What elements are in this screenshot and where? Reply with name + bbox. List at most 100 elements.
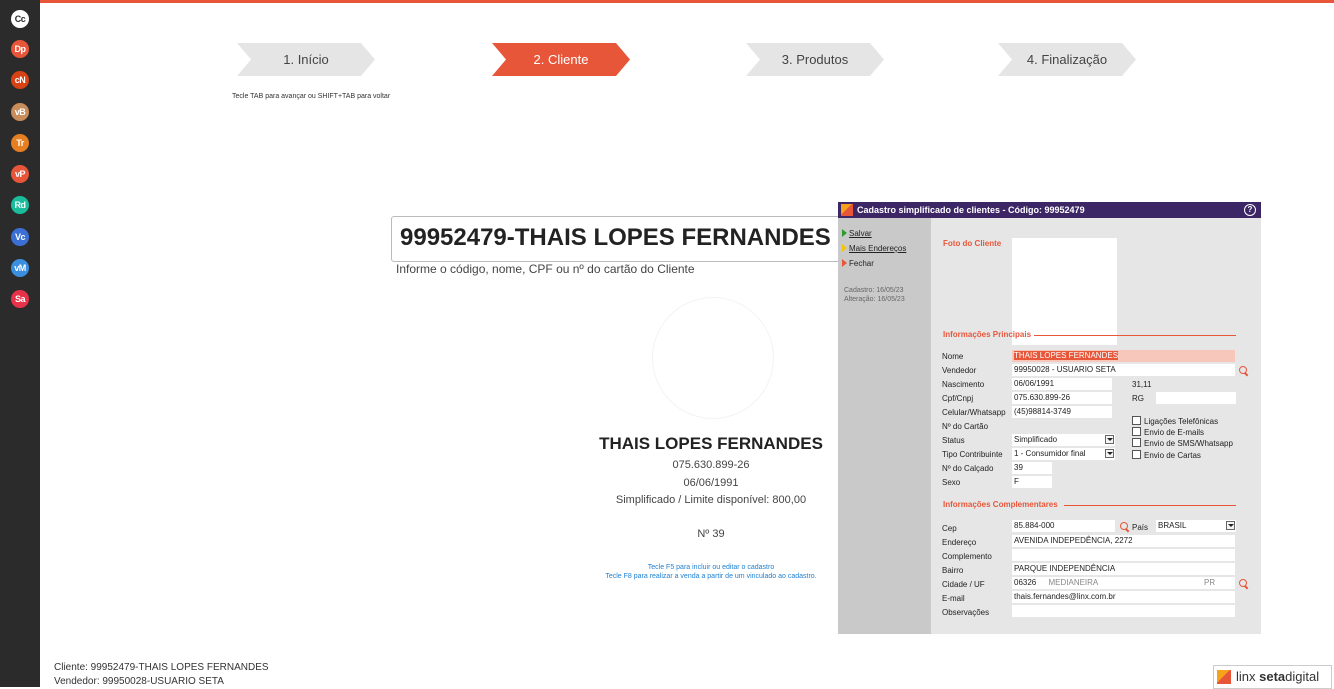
observacoes-field[interactable]: [1012, 605, 1235, 617]
label-cep: Cep: [942, 524, 957, 533]
dialog-title: Cadastro simplificado de clientes - Códi…: [857, 205, 1085, 215]
customer-search-help: Informe o código, nome, CPF ou nº do car…: [396, 262, 695, 276]
dialog-actions-panel: Salvar Mais Endereços Fechar Cadastro: 1…: [838, 218, 931, 634]
customer-avatar: [652, 297, 774, 419]
brand-text: linx setadigital: [1236, 669, 1320, 684]
customer-search-value[interactable]: 99952479-THAIS LOPES FERNANDES: [400, 224, 831, 252]
customer-status-line: Simplificado / Limite disponível: 800,00: [615, 494, 807, 506]
chevron-down-icon[interactable]: [1226, 521, 1235, 530]
endereco-field[interactable]: AVENIDA INDEPEDÊNCIA, 2272: [1012, 535, 1235, 547]
sidebar: Cc Dp cN vB Tr vP Rd Vc vM Sa: [0, 0, 40, 687]
customer-number: Nº 39: [697, 528, 725, 540]
label-cpf: Cpf/Cnpj: [942, 394, 974, 403]
app-icon-dp[interactable]: Dp: [11, 40, 29, 58]
app-icon-rd[interactable]: Rd: [11, 196, 29, 214]
chevron-down-icon[interactable]: [1105, 435, 1114, 444]
rg-field[interactable]: [1156, 392, 1236, 404]
email-field[interactable]: thais.fernandes@linx.com.br: [1012, 591, 1235, 603]
section-extra-info: Informações Complementares: [943, 500, 1058, 509]
checkbox-sms[interactable]: Envio de SMS/Whatsapp: [1132, 438, 1233, 448]
search-icon[interactable]: [1239, 579, 1247, 587]
footer-cliente: Cliente: 99952479-THAIS LOPES FERNANDES: [54, 662, 269, 673]
dialog-title-bar[interactable]: Cadastro simplificado de clientes - Códi…: [838, 202, 1261, 218]
changed-date: Alteração: 16/05/23: [844, 296, 905, 303]
play-icon: [842, 259, 847, 267]
uf-value: PR: [1204, 578, 1216, 587]
label-nascimento: Nascimento: [942, 380, 985, 389]
label-observacoes: Observações: [942, 608, 990, 617]
cidade-field[interactable]: 06326 MEDIANEIRA PR: [1012, 577, 1235, 589]
linx-logo-icon: [1217, 670, 1231, 684]
age-value: 31,11: [1132, 380, 1152, 389]
complemento-field[interactable]: [1012, 549, 1235, 561]
label-complemento: Complemento: [942, 552, 992, 561]
play-icon: [842, 229, 847, 237]
pais-select[interactable]: BRASIL: [1156, 520, 1236, 532]
created-date: Cadastro: 16/05/23: [844, 287, 904, 294]
customer-birthdate: 06/06/1991: [683, 477, 739, 489]
nascimento-field[interactable]: 06/06/1991: [1012, 378, 1112, 390]
calcado-field[interactable]: 39: [1012, 462, 1052, 474]
close-button[interactable]: Fechar: [842, 259, 874, 268]
checkbox-ligacoes[interactable]: Ligações Telefônicas: [1132, 416, 1218, 426]
step-inicio[interactable]: 1. Início: [237, 43, 375, 76]
bairro-field[interactable]: PARQUE INDEPENDÊNCIA: [1012, 563, 1235, 575]
app-icon-tr[interactable]: Tr: [11, 134, 29, 152]
app-icon-vm[interactable]: vM: [11, 259, 29, 277]
label-calcado: Nº do Calçado: [942, 464, 994, 473]
label-cidade: Cidade / UF: [942, 580, 985, 589]
save-button[interactable]: Salvar: [842, 229, 872, 238]
step-cliente[interactable]: 2. Cliente: [492, 43, 630, 76]
label-rg: RG: [1132, 394, 1144, 403]
step-produtos[interactable]: 3. Produtos: [746, 43, 884, 76]
customer-cpf: 075.630.899-26: [672, 459, 750, 471]
save-label: Salvar: [849, 229, 872, 238]
label-status: Status: [942, 436, 965, 445]
label-celular: Celular/Whatsapp: [942, 408, 1006, 417]
search-icon[interactable]: [1120, 522, 1128, 530]
chevron-down-icon[interactable]: [1105, 449, 1114, 458]
navigation-hint: Tecle TAB para avançar ou SHIFT+TAB para…: [232, 93, 391, 100]
label-cartao: Nº do Cartão: [942, 422, 989, 431]
more-addresses-button[interactable]: Mais Endereços: [842, 244, 906, 253]
help-icon[interactable]: ?: [1244, 204, 1256, 216]
section-divider: [1034, 335, 1236, 336]
cidade-name: MEDIANEIRA: [1048, 578, 1099, 587]
linx-logo-icon: [841, 204, 853, 216]
status-select[interactable]: Simplificado: [1012, 434, 1115, 446]
sexo-field[interactable]: F: [1012, 476, 1052, 488]
hint-f5: Tecle F5 para incluir ou editar o cadast…: [647, 564, 775, 571]
vendedor-field[interactable]: 99950028 - USUARIO SETA: [1012, 364, 1235, 376]
footer-vendedor: Vendedor: 99950028-USUARIO SETA: [54, 676, 224, 687]
app-icon-cn[interactable]: cN: [11, 71, 29, 89]
more-addresses-label: Mais Endereços: [849, 244, 907, 253]
checkbox-cartas[interactable]: Envio de Cartas: [1132, 450, 1201, 460]
cpf-field[interactable]: 075.630.899-26: [1012, 392, 1112, 404]
close-label: Fechar: [849, 259, 874, 268]
cep-field[interactable]: 85.884-000: [1012, 520, 1115, 532]
label-pais: País: [1132, 523, 1149, 532]
app-icon-vp[interactable]: vP: [11, 165, 29, 183]
label-nome: Nome: [942, 352, 964, 361]
cidade-code: 06326: [1014, 578, 1037, 587]
step-finalizacao[interactable]: 4. Finalização: [998, 43, 1136, 76]
app-icon-sa[interactable]: Sa: [11, 290, 29, 308]
customer-register-dialog: Cadastro simplificado de clientes - Códi…: [838, 202, 1261, 634]
section-photo: Foto do Cliente: [943, 239, 1002, 248]
label-endereco: Endereço: [942, 538, 977, 547]
label-tipo-contribuinte: Tipo Contribuinte: [942, 450, 1003, 459]
play-icon: [842, 244, 847, 252]
checkbox-emails[interactable]: Envio de E-mails: [1132, 427, 1204, 437]
label-bairro: Bairro: [942, 566, 964, 575]
customer-photo[interactable]: [1012, 238, 1117, 345]
customer-name: THAIS LOPES FERNANDES: [599, 434, 823, 453]
app-icon-vb[interactable]: vB: [11, 103, 29, 121]
nome-field[interactable]: THAIS LOPES FERNANDES: [1012, 350, 1235, 362]
search-icon[interactable]: [1239, 366, 1247, 374]
hint-f8: Tecle F8 para realizar a venda a partir …: [605, 573, 817, 580]
app-icon-vc[interactable]: Vc: [11, 228, 29, 246]
celular-field[interactable]: (45)98814-3749: [1012, 406, 1112, 418]
tipo-contribuinte-select[interactable]: 1 - Consumidor final: [1012, 448, 1115, 460]
section-main-info: Informações Principais: [943, 330, 1032, 339]
app-icon-cc[interactable]: Cc: [11, 10, 29, 28]
